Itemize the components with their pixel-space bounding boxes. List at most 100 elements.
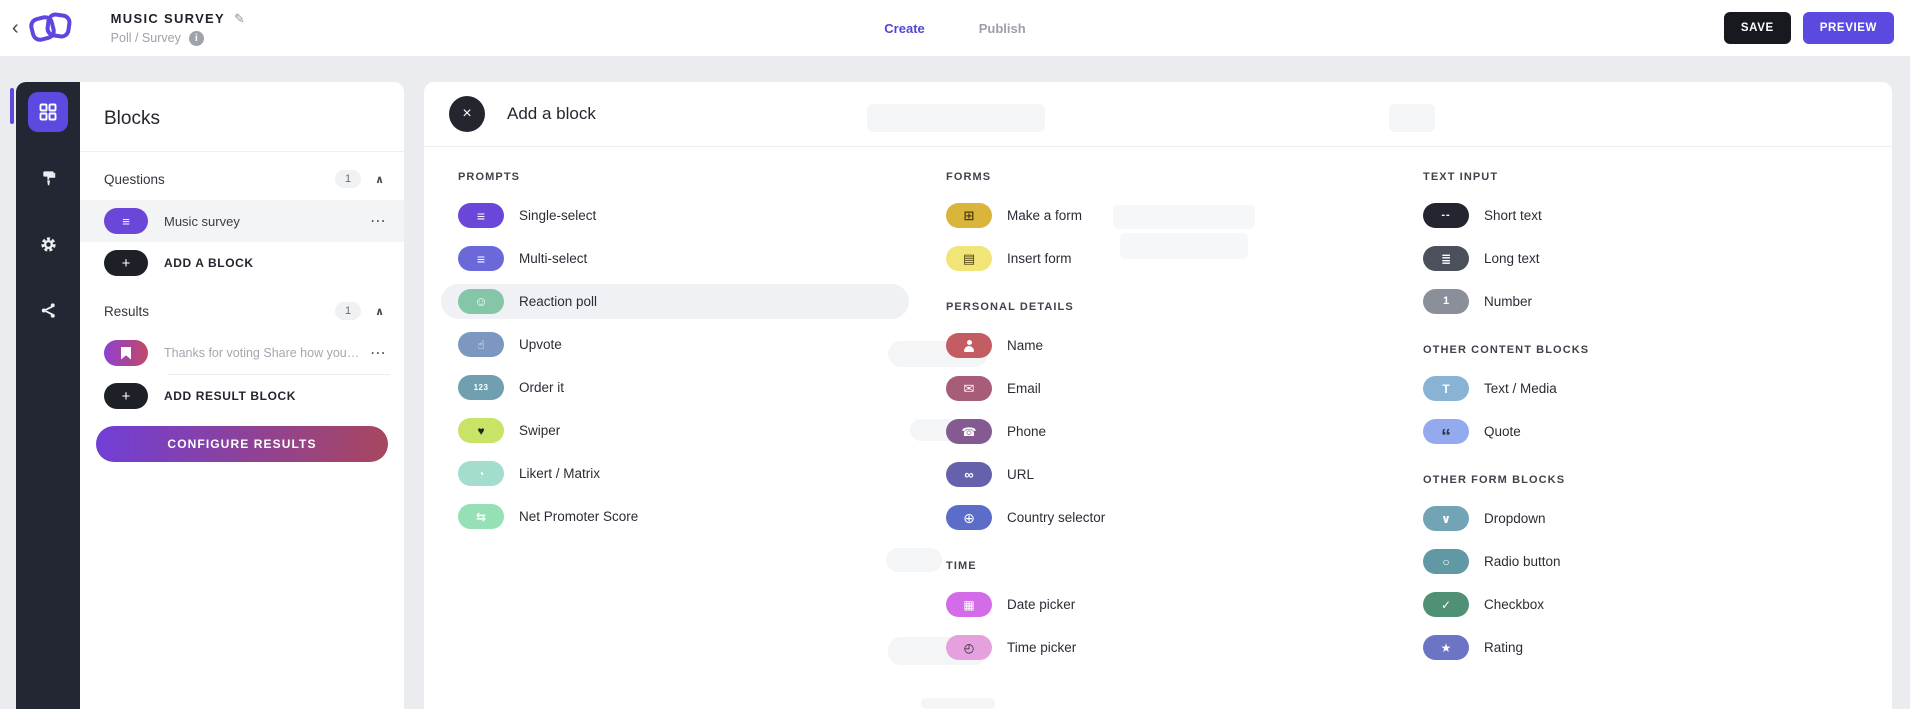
quote-icon: “ [1441, 427, 1451, 437]
close-icon[interactable]: × [449, 96, 485, 132]
add-block-item-swiper[interactable]: ♥Swiper [458, 418, 638, 443]
question-block-row[interactable]: ≡ Music survey ⋯ [80, 200, 404, 242]
block-type-pill: ◴ [946, 635, 992, 660]
block-item-label: Net Promoter Score [519, 509, 638, 524]
block-item-label: Multi-select [519, 251, 587, 266]
modal-column-prompts: PROMPTS ≡Single-select ≡Multi-select ☺React… [458, 171, 638, 529]
add-block-item-likert-matrix[interactable]: ◔ Likert / Matrix [458, 461, 638, 486]
section-label: PROMPTS [458, 171, 638, 183]
row-menu-icon[interactable]: ⋯ [370, 343, 386, 363]
add-block-item-email[interactable]: ✉Email [946, 376, 1105, 401]
add-block-item-url[interactable]: ∞URL [946, 462, 1105, 487]
preview-button[interactable]: PREVIEW [1803, 12, 1894, 44]
chevron-up-icon[interactable]: ∧ [375, 173, 384, 186]
add-block-item-short-text[interactable]: --Short text [1423, 203, 1589, 228]
block-type-pill: T [1423, 376, 1469, 401]
add-block-item-dropdown[interactable]: ∨ Dropdown [1423, 506, 1589, 531]
questions-label: Questions [104, 172, 165, 187]
thumb-up-icon: ☝ [477, 339, 484, 351]
block-type-pill: “ [1423, 419, 1469, 444]
calendar-icon: ▦ [963, 599, 974, 611]
section-personal-details: PERSONAL DETAILS Name ✉Email ☎Phone ∞URL ⊕Cou… [946, 301, 1105, 530]
background-ghost [886, 548, 942, 572]
block-type-pill: ⊕ [946, 505, 992, 530]
person-icon [963, 340, 976, 352]
block-item-label: Long text [1484, 251, 1540, 266]
radio-icon: ○ [1442, 556, 1449, 568]
add-block-item-long-text[interactable]: ≣ Long text [1423, 246, 1589, 271]
block-type-pill: ✓ [1423, 592, 1469, 617]
block-item-label: Swiper [519, 423, 560, 438]
section-label: PERSONAL DETAILS [946, 301, 1105, 313]
rail-item-settings[interactable] [28, 224, 68, 264]
block-item-label: Likert / Matrix [519, 466, 600, 481]
add-block-item-number[interactable]: 1Number [1423, 289, 1589, 314]
add-block-item-single-select[interactable]: ≡Single-select [458, 203, 638, 228]
add-block-button[interactable]: + ADD A BLOCK [80, 242, 404, 284]
block-item-label: Insert form [1007, 251, 1072, 266]
add-block-item-country-selector[interactable]: ⊕Country selector [946, 505, 1105, 530]
block-item-label: Quote [1484, 424, 1521, 439]
lines-icon: ≣ [1441, 253, 1451, 265]
results-label: Results [104, 304, 149, 319]
add-block-item-time-picker[interactable]: ◴Time picker [946, 635, 1105, 660]
info-icon[interactable]: i [189, 31, 204, 46]
block-type-pill: ○ [1423, 549, 1469, 574]
text-icon: T [1442, 383, 1449, 395]
add-block-item-rating[interactable]: ★Rating [1423, 635, 1589, 660]
header-actions: SAVE PREVIEW [1724, 12, 1894, 44]
rail-item-share[interactable] [28, 290, 68, 330]
form-plus-icon: ⊞ [964, 209, 975, 222]
add-block-modal: × Add a block PROMPTS ≡Single-select ≡Mult… [424, 82, 1892, 709]
nav-rail [16, 82, 80, 709]
add-block-item-net-promoter-score[interactable]: ⇆Net Promoter Score [458, 504, 638, 529]
add-block-item-phone[interactable]: ☎Phone [946, 419, 1105, 444]
add-block-item-reaction-poll[interactable]: ☺Reaction poll [458, 289, 638, 314]
modal-column-forms: FORMS⊞Make a form▤Insert formPERSONAL DE… [946, 171, 1105, 660]
add-block-item-text-media[interactable]: TText / Media [1423, 376, 1589, 401]
edit-title-icon[interactable]: ✎ [234, 11, 245, 27]
rail-item-blocks[interactable] [28, 92, 68, 132]
save-button[interactable]: SAVE [1724, 12, 1791, 44]
tab-create[interactable]: Create [884, 21, 924, 36]
panel-title: Blocks [80, 82, 404, 151]
back-chevron-icon[interactable]: ‹ [12, 18, 19, 38]
add-block-item-multi-select[interactable]: ≡Multi-select [458, 246, 638, 271]
block-type-pill: ◔ [458, 461, 504, 486]
section-label: TEXT INPUT [1423, 171, 1589, 183]
block-item-label: Number [1484, 294, 1532, 309]
section-label: OTHER FORM BLOCKS [1423, 474, 1589, 486]
add-block-item-order-it[interactable]: 123Order it [458, 375, 638, 400]
block-item-label: Checkbox [1484, 597, 1544, 612]
row-menu-icon[interactable]: ⋯ [370, 211, 386, 231]
add-block-item-radio-button[interactable]: ○Radio button [1423, 549, 1589, 574]
add-block-item-make-a-form[interactable]: ⊞Make a form [946, 203, 1105, 228]
configure-results-button[interactable]: CONFIGURE RESULTS [96, 426, 388, 462]
block-item-label: Dropdown [1484, 511, 1546, 526]
mode-tabs: Create Publish [0, 0, 1910, 56]
add-block-item-name[interactable]: Name [946, 333, 1105, 358]
star-icon: ★ [1441, 642, 1452, 654]
clock-icon: ◴ [964, 642, 974, 654]
tab-publish[interactable]: Publish [979, 21, 1026, 36]
chevron-down-icon: ∨ [1441, 513, 1451, 525]
divider [424, 146, 1892, 147]
section-prompts: PROMPTS ≡Single-select ≡Multi-select ☺React… [458, 171, 638, 529]
add-result-block-label: ADD RESULT BLOCK [164, 389, 386, 403]
add-block-item-quote[interactable]: “ Quote [1423, 419, 1589, 444]
check-icon: ✓ [1441, 599, 1451, 611]
question-block-label: Music survey [164, 214, 362, 229]
gear-icon [39, 235, 58, 254]
add-result-block-button[interactable]: + ADD RESULT BLOCK [80, 375, 404, 417]
add-block-item-upvote[interactable]: ☝Upvote [458, 332, 638, 357]
modal-header: × Add a block [424, 82, 1892, 146]
add-block-item-date-picker[interactable]: ▦Date picker [946, 592, 1105, 617]
app-logo-icon[interactable] [23, 6, 81, 50]
add-block-item-checkbox[interactable]: ✓ Checkbox [1423, 592, 1589, 617]
chevron-up-icon[interactable]: ∧ [375, 305, 384, 318]
block-type-pill [946, 333, 992, 358]
rail-item-design[interactable] [28, 158, 68, 198]
add-block-item-insert-form[interactable]: ▤Insert form [946, 246, 1105, 271]
bookmark-icon [104, 340, 148, 366]
result-block-row[interactable]: Thanks for voting Share how you v... ⋯ [80, 332, 404, 374]
